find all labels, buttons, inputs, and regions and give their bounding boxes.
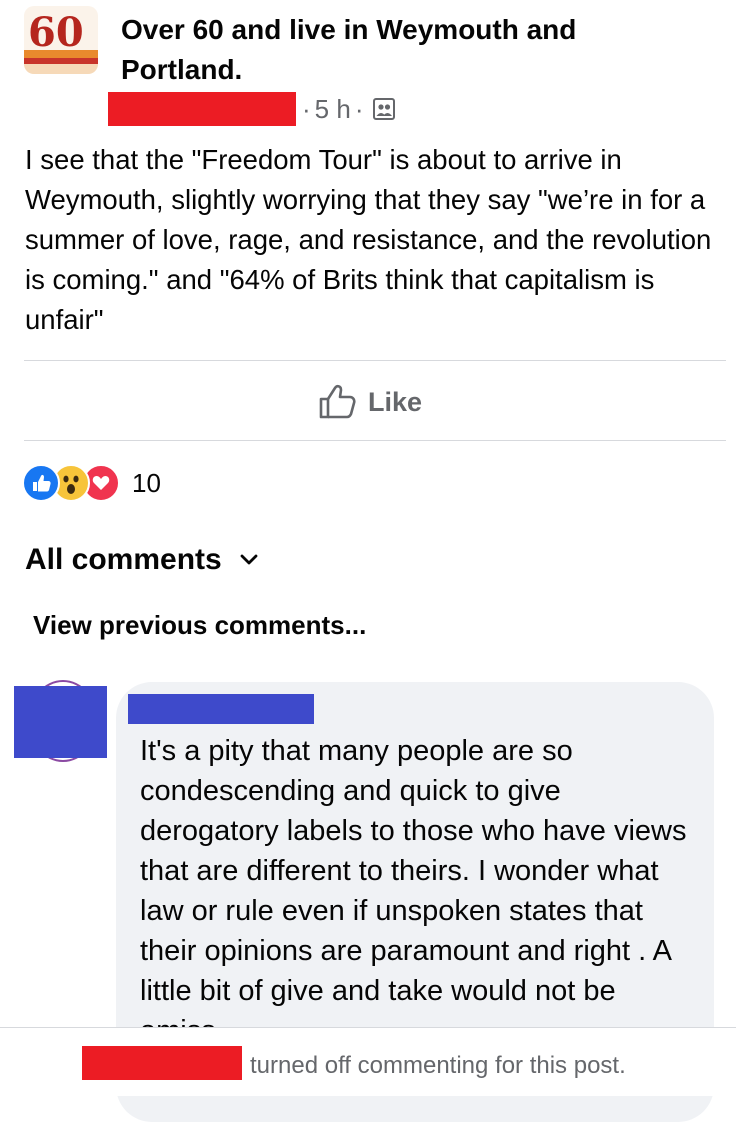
group-logo-text: 60 [28,9,84,56]
like-reaction-icon [22,464,60,502]
post-text: I see that the "Freedom Tour" is about t… [25,144,712,335]
reactions-summary[interactable]: 10 [22,464,161,502]
divider [24,440,726,441]
author-name-redaction [108,92,296,126]
divider [24,360,726,361]
group-members-icon [372,97,396,121]
like-label: Like [368,386,423,417]
thumbs-up-icon [319,384,356,419]
comments-disabled-text: turned off commenting for this post. [250,1052,626,1079]
post-time[interactable]: 5 h [315,94,351,125]
post-meta: · 5 h · [298,92,396,126]
comment-sort-label: All comments [25,543,222,576]
chevron-down-icon [240,554,258,565]
commenter-name-redaction[interactable] [128,694,314,724]
reaction-count: 10 [132,467,161,498]
admin-name-redaction [82,1046,242,1080]
view-previous-comments[interactable]: View previous comments... [33,610,366,641]
comment-text: It's a pity that many people are so cond… [140,735,687,1047]
meta-separator-2: · [354,93,364,124]
like-button[interactable]: Like [318,378,422,426]
group-name[interactable]: Over 60 and live in Weymouth and Portlan… [121,10,681,90]
group-avatar[interactable]: 60 [24,6,98,74]
meta-separator: · [302,93,311,124]
comment-sort-dropdown[interactable]: All comments [25,538,258,582]
commenter-avatar-redaction[interactable] [14,686,107,758]
